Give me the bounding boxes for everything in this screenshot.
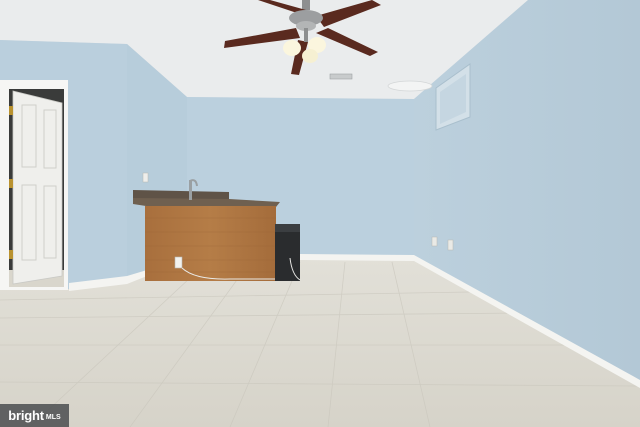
light-switch [142,172,149,183]
outlet-right-wall-1 [431,236,438,247]
watermark: bright MLS [0,404,69,427]
door-hinge-top [9,106,13,115]
door-hinge-bottom [9,250,13,259]
fan-light-globe-left [283,40,301,56]
outlet-near-counter [174,256,183,269]
watermark-brand: bright [8,408,44,423]
fan-light-globe-center [302,49,318,63]
dehumidifier [275,224,300,281]
baseboard-back [300,254,414,261]
watermark-suffix: MLS [45,413,61,421]
ceiling-vent [329,73,353,80]
dehumidifier-panel [275,224,300,232]
counter-cabinet [145,206,276,281]
ceiling-light [387,80,433,92]
faucet [189,180,192,200]
door-hinge-mid [9,179,13,188]
room-photo: bright MLS [0,0,640,427]
outlet-right-wall-2 [447,239,454,251]
interior-door [12,90,63,285]
